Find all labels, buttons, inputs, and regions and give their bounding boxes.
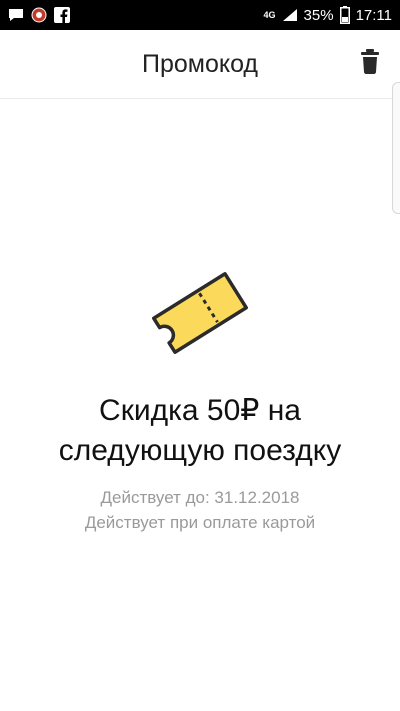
battery-percent: 35% — [303, 6, 334, 24]
app-header: Промокод — [0, 30, 400, 99]
system-indicators: 4G 35% 17:11 — [264, 0, 392, 30]
trash-icon — [361, 49, 379, 74]
app-notification-icon — [31, 7, 47, 23]
promo-title: Скидка 50₽ на следующую поездку — [20, 391, 380, 471]
ticket-illustration — [148, 268, 252, 358]
signal-icon — [282, 9, 297, 21]
promo-valid-until: Действует до: 31.12.2018 — [100, 488, 300, 507]
battery-icon — [339, 6, 350, 24]
promo-title-line2: следующую поездку — [58, 434, 342, 467]
message-notification-icon — [9, 9, 23, 21]
clock: 17:11 — [355, 6, 392, 24]
notification-icons — [8, 6, 70, 24]
facebook-icon — [54, 7, 70, 23]
network-type-label: 4G — [263, 9, 276, 20]
promo-payment-note: Действует при оплате картой — [84, 513, 316, 532]
edge-panel-handle[interactable] — [392, 82, 400, 214]
page-title: Промокод — [141, 50, 259, 78]
ticket-icon — [152, 272, 248, 354]
status-bar: 4G 35% 17:11 — [0, 0, 400, 30]
delete-button[interactable] — [358, 47, 382, 75]
promo-title-line1: Скидка 50₽ на — [99, 394, 301, 427]
